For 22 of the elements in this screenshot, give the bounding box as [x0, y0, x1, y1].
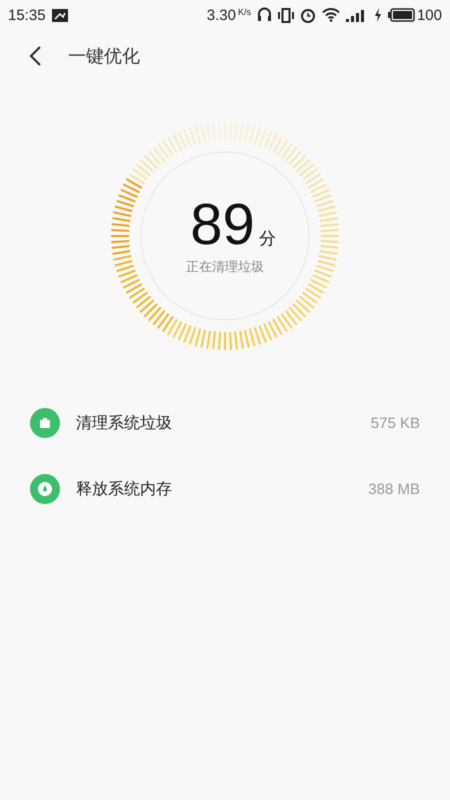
briefcase-icon — [30, 408, 60, 438]
charging-icon — [374, 8, 382, 22]
alarm-icon — [300, 7, 316, 23]
drop-icon — [30, 474, 60, 504]
back-icon — [28, 45, 42, 67]
headphones-icon — [256, 7, 272, 23]
task-size: 575 KB — [370, 414, 420, 432]
battery-level: 100 — [416, 6, 442, 24]
vibrate-icon — [278, 8, 294, 22]
task-size: 388 MB — [368, 480, 420, 498]
wifi-icon — [322, 8, 340, 22]
image-icon — [52, 8, 68, 22]
network-speed: 3.30 — [206, 6, 236, 24]
task-label: 清理系统垃圾 — [76, 412, 173, 434]
battery-icon — [388, 8, 415, 22]
score-unit: 分 — [258, 228, 276, 250]
speed-unit: K/s — [238, 7, 251, 17]
task-label: 释放系统内存 — [76, 478, 173, 500]
score-value: 89 — [190, 196, 255, 254]
page-title: 一键优化 — [68, 45, 140, 68]
cleaning-status: 正在清理垃圾 — [186, 259, 264, 276]
status-time: 15:35 — [8, 6, 46, 24]
